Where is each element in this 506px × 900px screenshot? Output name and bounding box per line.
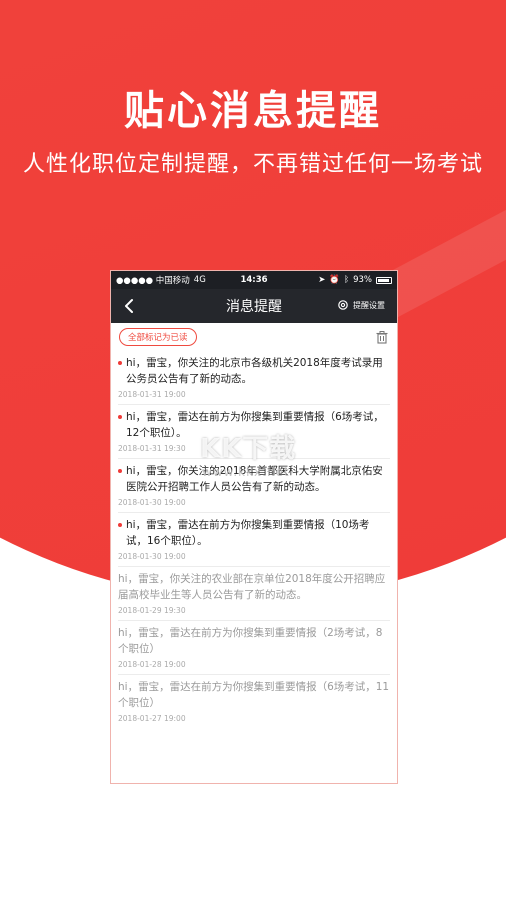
message-date: 2018-01-30 19:00 [118,552,186,561]
settings-label: 提醒设置 [353,300,385,310]
message-text: hi，雷宝，雷达在前方为你搜集到重要情报（2场考试，8个职位） [118,627,383,655]
location-icon: ➤ [318,275,326,285]
bluetooth-icon: ᛒ [343,275,350,285]
nav-bar: 消息提醒 提醒设置 [111,289,397,323]
chevron-left-icon[interactable] [121,297,139,315]
message-item[interactable]: hi，雷宝，雷达在前方为你搜集到重要情报（2场考试，8个职位） 2018-01-… [118,621,390,675]
status-bar: ●●●●● 中国移动 4G 14:36 ➤ ⏰ ᛒ 93% [111,271,397,289]
reminder-settings-button[interactable]: 提醒设置 [337,299,385,311]
hero-headline: 贴心消息提醒 [124,88,382,134]
trash-icon[interactable] [375,330,389,344]
message-item[interactable]: hi，雷宝，你关注的农业部在京单位2018年度公开招聘应届高校毕业生等人员公告有… [118,567,390,621]
battery-percent: 93% [353,275,372,285]
message-date: 2018-01-29 19:30 [118,606,186,615]
message-date: 2018-01-27 19:00 [118,714,186,723]
message-toolbar: 全部标记为已读 [111,323,397,351]
message-item[interactable]: hi，雷宝，你关注的北京市各级机关2018年度考试录用公务员公告有了新的动态。 … [118,351,390,405]
gear-icon [338,300,348,310]
message-list: hi，雷宝，你关注的北京市各级机关2018年度考试录用公务员公告有了新的动态。 … [111,351,397,728]
message-item[interactable]: hi，雷宝，雷达在前方为你搜集到重要情报（6场考试，11个职位） 2018-01… [118,675,390,728]
battery-icon [376,276,392,284]
message-text: hi，雷宝，你关注的农业部在京单位2018年度公开招聘应届高校毕业生等人员公告有… [118,573,386,601]
unread-dot [118,469,122,473]
unread-dot [118,361,122,365]
message-text: hi，雷宝，雷达在前方为你搜集到重要情报（10场考试，16个职位）。 [126,519,370,547]
mark-all-read-button[interactable]: 全部标记为已读 [119,328,197,346]
phone-screen: ●●●●● 中国移动 4G 14:36 ➤ ⏰ ᛒ 93% 消息提醒 提醒设置 … [110,270,398,784]
hero-subline: 人性化职位定制提醒，不再错过任何一场考试 [22,152,483,177]
page-title: 消息提醒 [226,299,282,315]
message-text: hi，雷宝，雷达在前方为你搜集到重要情报（6场考试，11个职位） [118,681,390,709]
message-date: 2018-01-30 19:00 [118,498,186,507]
message-text: hi，雷宝，你关注的北京市各级机关2018年度考试录用公务员公告有了新的动态。 [126,357,383,385]
message-date: 2018-01-28 19:00 [118,660,186,669]
message-date: 2018-01-31 19:00 [118,390,186,399]
message-item[interactable]: hi，雷宝，雷达在前方为你搜集到重要情报（10场考试，16个职位）。 2018-… [118,513,390,567]
watermark-url: www.kkx.net [202,465,290,479]
unread-dot [118,523,122,527]
unread-dot [118,415,122,419]
alarm-icon: ⏰ [329,275,340,285]
watermark-logo: KK下载 [200,434,297,464]
